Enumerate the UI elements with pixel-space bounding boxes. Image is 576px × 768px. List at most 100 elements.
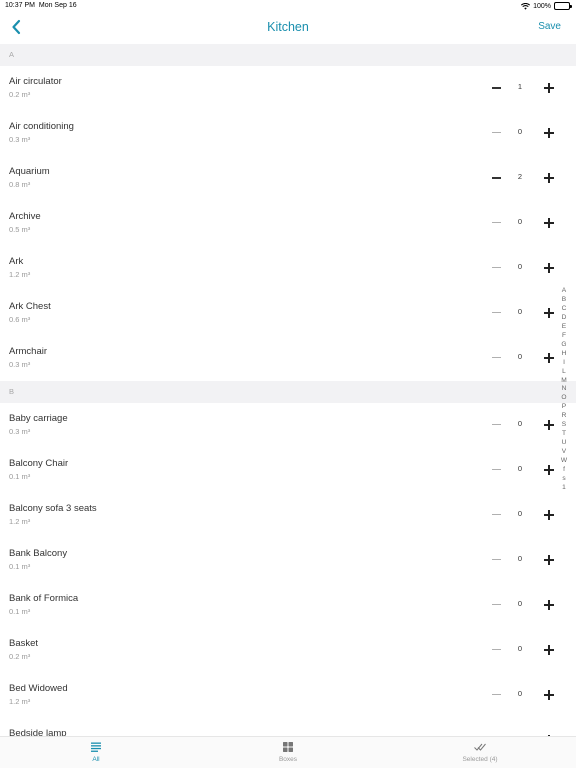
quantity-value: 0 [517, 689, 523, 698]
decrement-button[interactable] [492, 514, 501, 516]
decrement-button[interactable] [492, 559, 501, 561]
item-name: Bank of Formica [9, 593, 79, 604]
increment-button[interactable] [544, 173, 554, 183]
decrement-button[interactable] [492, 177, 501, 179]
quantity-stepper: 0 [492, 260, 554, 276]
index-letter[interactable]: G [561, 341, 566, 350]
item-list[interactable]: A Air circulator 0.2 m³ 1 Air conditioning 0.… [0, 44, 576, 736]
decrement-button[interactable] [492, 87, 501, 89]
index-letter[interactable]: f [563, 466, 565, 475]
item-name: Basket [9, 638, 39, 649]
index-letter[interactable]: R [562, 412, 567, 421]
quantity-stepper: 0 [492, 642, 554, 658]
list-item: Baby carriage 0.3 m³ 0 [0, 403, 576, 448]
item-volume: 0.2 m³ [9, 652, 31, 661]
index-letter[interactable]: W [561, 457, 567, 466]
quantity-value: 0 [517, 419, 523, 428]
index-letter[interactable]: V [562, 448, 566, 457]
decrement-button[interactable] [492, 469, 501, 471]
item-volume: 0.6 m³ [9, 315, 31, 324]
list-item: Air conditioning 0.3 m³ 0 [0, 111, 576, 156]
item-name: Armchair [9, 346, 48, 357]
list-item: Balcony Chair 0.1 m³ 0 [0, 448, 576, 493]
alphabet-index[interactable]: ABCDEFGHILMNOPRSTUVWfs1 [560, 287, 568, 493]
tab-all[interactable]: All [36, 737, 156, 768]
decrement-button[interactable] [492, 222, 501, 224]
quantity-stepper: 0 [492, 687, 554, 703]
tab-all-label: All [92, 756, 100, 763]
quantity-stepper: 0 [492, 215, 554, 231]
decrement-button[interactable] [492, 132, 501, 134]
index-letter[interactable]: P [562, 403, 566, 412]
list-item: Aquarium 0.8 m³ 2 [0, 156, 576, 201]
item-volume: 1.2 m³ [9, 517, 31, 526]
increment-button[interactable] [544, 690, 554, 700]
index-letter[interactable]: E [562, 323, 566, 332]
quantity-value: 0 [517, 509, 523, 518]
item-name: Air circulator [9, 76, 62, 87]
tab-selected[interactable]: Selected (4) [420, 737, 540, 768]
item-name: Ark Chest [9, 301, 51, 312]
index-letter[interactable]: T [562, 430, 566, 439]
increment-button[interactable] [544, 83, 554, 93]
decrement-button[interactable] [492, 694, 501, 696]
quantity-stepper: 1 [492, 80, 554, 96]
item-volume: 0.1 m³ [9, 562, 31, 571]
increment-button[interactable] [544, 555, 554, 565]
item-name: Baby carriage [9, 413, 68, 424]
increment-button[interactable] [544, 510, 554, 520]
item-volume: 0.8 m³ [9, 180, 31, 189]
double-check-icon [474, 743, 486, 751]
item-volume: 0.3 m³ [9, 427, 31, 436]
list-item: Balcony sofa 3 seats 1.2 m³ 0 [0, 493, 576, 538]
quantity-stepper: 2 [492, 170, 554, 186]
index-letter[interactable]: L [562, 368, 566, 377]
item-name: Ark [9, 256, 24, 267]
item-volume: 0.3 m³ [9, 360, 31, 369]
increment-button[interactable] [544, 420, 554, 430]
increment-button[interactable] [544, 465, 554, 475]
quantity-stepper: 0 [492, 305, 554, 321]
index-letter[interactable]: s [562, 475, 565, 484]
decrement-button[interactable] [492, 357, 501, 359]
tab-boxes[interactable]: Boxes [228, 737, 348, 768]
item-name: Bedside lamp [9, 728, 67, 736]
increment-button[interactable] [544, 645, 554, 655]
decrement-button[interactable] [492, 649, 501, 651]
index-letter[interactable]: F [562, 332, 566, 341]
increment-button[interactable] [544, 308, 554, 318]
index-letter[interactable]: C [562, 305, 567, 314]
increment-button[interactable] [544, 600, 554, 610]
quantity-stepper: 0 [492, 417, 554, 433]
index-letter[interactable]: A [562, 287, 566, 296]
increment-button[interactable] [544, 353, 554, 363]
decrement-button[interactable] [492, 312, 501, 314]
increment-button[interactable] [544, 128, 554, 138]
decrement-button[interactable] [492, 267, 501, 269]
index-letter[interactable]: I [563, 359, 565, 368]
index-letter[interactable]: D [562, 314, 567, 323]
decrement-button[interactable] [492, 604, 501, 606]
index-letter[interactable]: 1 [562, 484, 566, 493]
quantity-value: 0 [517, 644, 523, 653]
tab-boxes-label: Boxes [278, 756, 298, 763]
battery-percent: 100% [533, 2, 551, 10]
save-button[interactable]: Save [538, 21, 561, 32]
increment-button[interactable] [544, 263, 554, 273]
index-letter[interactable]: U [562, 439, 567, 448]
tab-selected-label: Selected (4) [462, 756, 498, 763]
item-volume: 0.1 m³ [9, 472, 31, 481]
wifi-icon [521, 2, 531, 10]
quantity-value: 0 [517, 217, 523, 226]
index-letter[interactable]: N [562, 385, 567, 394]
index-letter[interactable]: O [561, 394, 566, 403]
index-letter[interactable]: S [562, 421, 566, 430]
section-header-a: A [0, 44, 576, 66]
list-item: Archive 0.5 m³ 0 [0, 201, 576, 246]
index-letter[interactable]: M [561, 377, 567, 386]
index-letter[interactable]: B [562, 296, 566, 305]
increment-button[interactable] [544, 218, 554, 228]
quantity-value: 0 [517, 127, 523, 136]
decrement-button[interactable] [492, 424, 501, 426]
index-letter[interactable]: H [562, 350, 567, 359]
